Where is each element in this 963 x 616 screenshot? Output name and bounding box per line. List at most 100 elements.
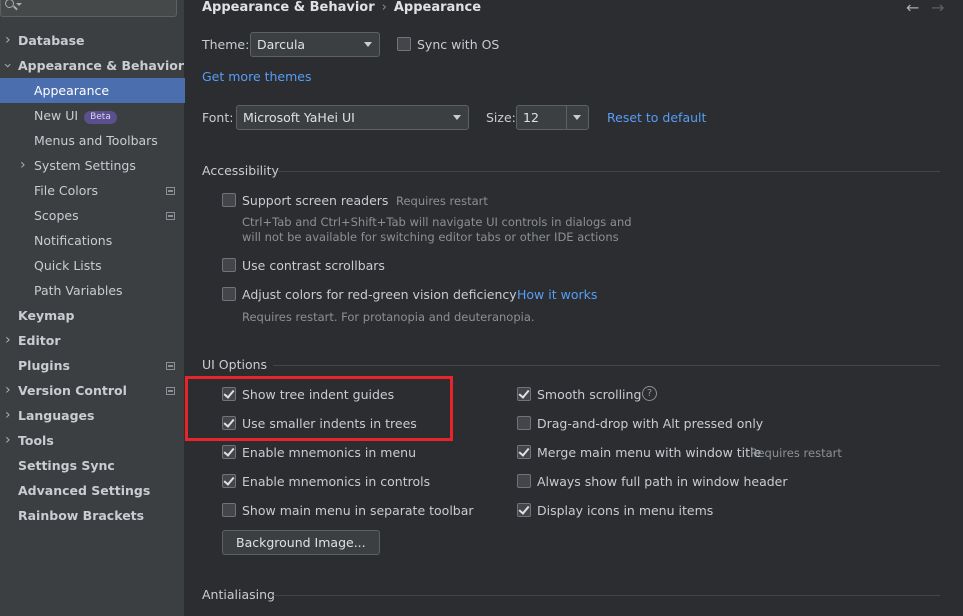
smooth-scrolling-label[interactable]: Smooth scrolling xyxy=(537,387,641,402)
font-size-label: Size: xyxy=(486,110,516,125)
sidebar-item-path-variables[interactable]: Path Variables xyxy=(0,278,185,303)
help-icon[interactable]: ? xyxy=(642,386,657,401)
menu-icons-checkbox[interactable] xyxy=(517,503,531,517)
sidebar-item-scopes[interactable]: Scopes xyxy=(0,203,185,228)
get-more-themes-link[interactable]: Get more themes xyxy=(202,69,312,84)
chevron-right-icon[interactable]: › xyxy=(5,378,11,403)
red-highlight-box xyxy=(185,376,453,441)
sidebar-item-plugins[interactable]: Plugins xyxy=(0,353,185,378)
beta-badge: Beta xyxy=(84,111,117,124)
chevron-right-icon[interactable]: › xyxy=(5,428,11,453)
color-deficiency-label[interactable]: Adjust colors for red-green vision defic… xyxy=(242,287,517,302)
sidebar-item-version-control[interactable]: › Version Control xyxy=(0,378,185,403)
smooth-scrolling-checkbox[interactable] xyxy=(517,387,531,401)
full-path-header-label[interactable]: Always show full path in window header xyxy=(537,474,788,489)
smaller-indents-checkbox[interactable] xyxy=(222,416,236,430)
theme-select-value: Darcula xyxy=(257,37,306,52)
color-deficiency-checkbox[interactable] xyxy=(222,287,236,301)
smaller-indents-label[interactable]: Use smaller indents in trees xyxy=(242,416,417,431)
sidebar-item-keymap[interactable]: Keymap xyxy=(0,303,185,328)
screen-readers-description: will not be available for switching edit… xyxy=(242,230,619,244)
sidebar-item-system-settings[interactable]: › System Settings xyxy=(0,153,185,178)
contrast-scrollbars-label[interactable]: Use contrast scrollbars xyxy=(242,258,385,273)
sidebar-item-label: File Colors xyxy=(34,183,99,198)
dropdown-arrow-icon xyxy=(573,115,581,120)
settings-search-input[interactable] xyxy=(0,0,177,17)
chevron-right-icon[interactable]: › xyxy=(5,28,11,53)
sidebar-item-menus-toolbars[interactable]: Menus and Toolbars xyxy=(0,128,185,153)
sidebar-item-file-colors[interactable]: File Colors xyxy=(0,178,185,203)
sidebar-item-label: Appearance & Behavior xyxy=(18,58,184,73)
full-path-header-checkbox[interactable] xyxy=(517,474,531,488)
sidebar-item-label: Quick Lists xyxy=(34,258,102,273)
sidebar-item-label: Menus and Toolbars xyxy=(34,133,158,148)
breadcrumb-current: Appearance xyxy=(393,0,482,15)
mnemonics-controls-label[interactable]: Enable mnemonics in controls xyxy=(242,474,430,489)
search-icon xyxy=(5,0,14,8)
sidebar-item-rainbow-brackets[interactable]: Rainbow Brackets xyxy=(0,503,185,528)
breadcrumb-separator: › xyxy=(381,0,387,15)
sync-with-os-checkbox[interactable] xyxy=(397,37,411,51)
settings-sidebar: › Database › Appearance & Behavior Appea… xyxy=(0,0,185,616)
sidebar-item-label: System Settings xyxy=(34,158,136,173)
separate-toolbar-label[interactable]: Show main menu in separate toolbar xyxy=(242,503,474,518)
chevron-right-icon[interactable]: › xyxy=(5,403,11,428)
sidebar-item-notifications[interactable]: Notifications xyxy=(0,228,185,253)
background-image-button[interactable]: Background Image... xyxy=(222,530,380,555)
sidebar-item-database[interactable]: › Database xyxy=(0,28,185,53)
screen-readers-label[interactable]: Support screen readers xyxy=(242,193,388,208)
back-arrow-icon[interactable]: ← xyxy=(906,0,919,17)
mnemonics-menu-label[interactable]: Enable mnemonics in menu xyxy=(242,445,416,460)
separate-toolbar-checkbox[interactable] xyxy=(222,503,236,517)
font-size-select[interactable]: 12 xyxy=(516,105,589,130)
dropdown-arrow-icon xyxy=(364,42,372,47)
project-level-icon xyxy=(166,387,175,395)
forward-arrow-icon[interactable]: → xyxy=(931,0,944,17)
reset-font-link[interactable]: Reset to default xyxy=(607,110,706,125)
sidebar-item-label: Database xyxy=(18,33,85,48)
font-label: Font: xyxy=(202,110,234,125)
drag-drop-alt-label[interactable]: Drag-and-drop with Alt pressed only xyxy=(537,416,763,431)
sidebar-item-quick-lists[interactable]: Quick Lists xyxy=(0,253,185,278)
requires-restart-hint: Requires restart xyxy=(396,194,488,208)
chevron-right-icon[interactable]: › xyxy=(5,328,11,353)
antialiasing-section-title: Antialiasing xyxy=(202,587,275,602)
screen-readers-checkbox[interactable] xyxy=(222,193,236,207)
mnemonics-menu-checkbox[interactable] xyxy=(222,445,236,459)
sidebar-item-label: Tools xyxy=(18,433,54,448)
chevron-right-icon[interactable]: › xyxy=(20,153,26,178)
sidebar-item-settings-sync[interactable]: Settings Sync xyxy=(0,453,185,478)
merge-main-menu-checkbox[interactable] xyxy=(517,445,531,459)
merge-main-menu-label[interactable]: Merge main menu with window title xyxy=(537,445,761,460)
drag-drop-alt-checkbox[interactable] xyxy=(517,416,531,430)
accessibility-section-title: Accessibility xyxy=(202,163,279,178)
sidebar-item-advanced-settings[interactable]: Advanced Settings xyxy=(0,478,185,503)
menu-icons-label[interactable]: Display icons in menu items xyxy=(537,503,713,518)
settings-tree: › Database › Appearance & Behavior Appea… xyxy=(0,28,185,528)
font-select[interactable]: Microsoft YaHei UI xyxy=(236,105,469,130)
section-divider xyxy=(273,365,940,366)
sidebar-item-label: Advanced Settings xyxy=(18,483,151,498)
sidebar-item-appearance[interactable]: Appearance xyxy=(0,78,185,103)
sidebar-item-appearance-behavior[interactable]: › Appearance & Behavior xyxy=(0,53,185,78)
mnemonics-controls-checkbox[interactable] xyxy=(222,474,236,488)
tree-indent-guides-checkbox[interactable] xyxy=(222,387,236,401)
breadcrumb-parent[interactable]: Appearance & Behavior xyxy=(202,0,375,15)
tree-indent-guides-label[interactable]: Show tree indent guides xyxy=(242,387,394,402)
sidebar-item-editor[interactable]: › Editor xyxy=(0,328,185,353)
sidebar-item-new-ui[interactable]: New UI Beta xyxy=(0,103,185,128)
how-it-works-link[interactable]: How it works xyxy=(517,287,597,302)
project-level-icon xyxy=(166,362,175,370)
contrast-scrollbars-checkbox[interactable] xyxy=(222,258,236,272)
sidebar-item-tools[interactable]: › Tools xyxy=(0,428,185,453)
sync-with-os-label[interactable]: Sync with OS xyxy=(417,37,499,52)
sidebar-item-label: Languages xyxy=(18,408,95,423)
theme-label: Theme: xyxy=(202,37,250,52)
sidebar-item-label: Appearance xyxy=(34,83,110,98)
search-history-dropdown-icon[interactable] xyxy=(16,3,22,6)
breadcrumb: Appearance & Behavior › Appearance xyxy=(202,0,481,15)
sidebar-item-label: Scopes xyxy=(34,208,79,223)
chevron-down-icon[interactable]: › xyxy=(0,63,19,69)
theme-select[interactable]: Darcula xyxy=(250,32,380,57)
sidebar-item-languages[interactable]: › Languages xyxy=(0,403,185,428)
